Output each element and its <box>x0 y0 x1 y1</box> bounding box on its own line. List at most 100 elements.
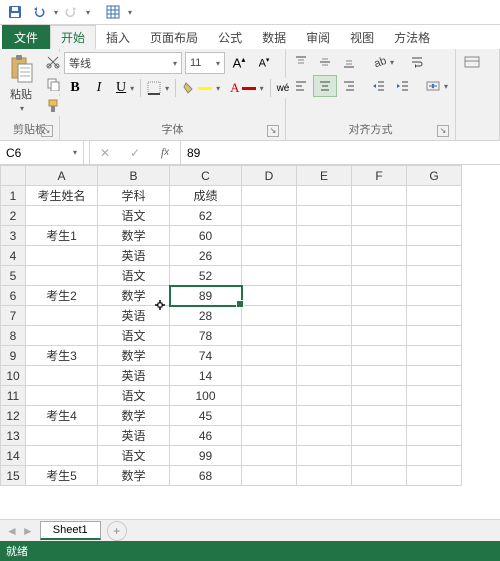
bold-button[interactable]: B <box>64 78 86 98</box>
cell[interactable]: 数学 <box>98 286 170 306</box>
align-bottom-icon[interactable] <box>338 52 360 72</box>
decrease-font-icon[interactable]: A▾ <box>253 53 275 73</box>
cell[interactable] <box>26 306 98 326</box>
undo-dropdown-icon[interactable]: ▾ <box>54 8 58 17</box>
cell[interactable] <box>352 426 407 446</box>
cell[interactable] <box>297 346 352 366</box>
cell[interactable]: 99 <box>170 446 242 466</box>
cell[interactable] <box>242 266 297 286</box>
cell[interactable]: 68 <box>170 466 242 486</box>
cell[interactable] <box>297 266 352 286</box>
row-header[interactable]: 14 <box>1 446 26 466</box>
row-header[interactable]: 1 <box>1 186 26 206</box>
font-launcher-icon[interactable]: ↘ <box>267 125 279 137</box>
column-header[interactable]: B <box>98 166 170 186</box>
cell[interactable]: 数学 <box>98 466 170 486</box>
cell[interactable] <box>242 426 297 446</box>
decrease-indent-icon[interactable] <box>368 76 390 96</box>
merge-center-button[interactable]: ▾ <box>422 76 452 96</box>
column-header[interactable]: F <box>352 166 407 186</box>
wrap-text-icon[interactable] <box>406 52 428 72</box>
cell[interactable] <box>297 386 352 406</box>
cell[interactable] <box>26 366 98 386</box>
cell[interactable] <box>242 466 297 486</box>
align-left-icon[interactable] <box>290 76 312 96</box>
cell[interactable] <box>352 226 407 246</box>
cell[interactable] <box>297 226 352 246</box>
cell[interactable] <box>407 346 462 366</box>
row-header[interactable]: 12 <box>1 406 26 426</box>
tab-home[interactable]: 开始 <box>50 25 96 49</box>
cell[interactable]: 数学 <box>98 346 170 366</box>
tab-data[interactable]: 数据 <box>252 25 296 49</box>
cell[interactable] <box>352 446 407 466</box>
cell[interactable] <box>352 206 407 226</box>
row-header[interactable]: 4 <box>1 246 26 266</box>
cell[interactable]: 100 <box>170 386 242 406</box>
cell[interactable] <box>352 346 407 366</box>
orientation-button[interactable]: ab▾ <box>368 52 398 72</box>
cell[interactable] <box>297 446 352 466</box>
cell[interactable]: 学科 <box>98 186 170 206</box>
cell[interactable] <box>297 306 352 326</box>
cell[interactable] <box>407 406 462 426</box>
cell[interactable] <box>297 206 352 226</box>
cell[interactable]: 考生2 <box>26 286 98 306</box>
cell[interactable] <box>352 266 407 286</box>
tab-extra[interactable]: 方法格 <box>384 25 440 49</box>
cell[interactable]: 62 <box>170 206 242 226</box>
increase-indent-icon[interactable] <box>392 76 414 96</box>
cell[interactable] <box>407 186 462 206</box>
cell[interactable] <box>26 426 98 446</box>
align-top-icon[interactable] <box>290 52 312 72</box>
border-button[interactable]: ▾ <box>143 78 173 98</box>
cell[interactable]: 语文 <box>98 266 170 286</box>
cell[interactable] <box>297 426 352 446</box>
cell[interactable] <box>407 326 462 346</box>
cell[interactable]: 英语 <box>98 246 170 266</box>
cell[interactable]: 考生姓名 <box>26 186 98 206</box>
cell[interactable]: 英语 <box>98 306 170 326</box>
cell[interactable] <box>242 186 297 206</box>
cell[interactable] <box>26 386 98 406</box>
cell[interactable] <box>242 366 297 386</box>
tab-formula[interactable]: 公式 <box>208 25 252 49</box>
cell[interactable] <box>352 386 407 406</box>
cell[interactable] <box>242 386 297 406</box>
cell[interactable]: 78 <box>170 326 242 346</box>
cell[interactable] <box>407 426 462 446</box>
row-header[interactable]: 5 <box>1 266 26 286</box>
qat-customize-icon[interactable]: ▾ <box>128 8 132 17</box>
column-header[interactable]: A <box>26 166 98 186</box>
cell[interactable] <box>352 406 407 426</box>
cell[interactable] <box>407 286 462 306</box>
row-header[interactable]: 7 <box>1 306 26 326</box>
cell[interactable] <box>407 266 462 286</box>
cell[interactable] <box>407 386 462 406</box>
cell[interactable]: 语文 <box>98 446 170 466</box>
cell[interactable] <box>26 326 98 346</box>
add-sheet-icon[interactable]: + <box>107 521 127 541</box>
cell[interactable]: 89 <box>170 286 242 306</box>
cell[interactable] <box>242 346 297 366</box>
tab-layout[interactable]: 页面布局 <box>140 25 208 49</box>
row-header[interactable]: 15 <box>1 466 26 486</box>
increase-font-icon[interactable]: A▴ <box>228 53 250 73</box>
fill-color-button[interactable]: ▾ <box>178 78 224 98</box>
row-header[interactable]: 9 <box>1 346 26 366</box>
cell[interactable] <box>352 366 407 386</box>
font-name-select[interactable]: 等线▾ <box>64 52 182 74</box>
italic-button[interactable]: I <box>88 78 110 98</box>
enter-formula-icon[interactable]: ✓ <box>120 141 150 164</box>
redo-icon[interactable] <box>60 2 82 22</box>
align-launcher-icon[interactable]: ↘ <box>437 125 449 137</box>
redo-dropdown-icon[interactable]: ▾ <box>86 8 90 17</box>
cell[interactable] <box>242 246 297 266</box>
cell[interactable] <box>297 466 352 486</box>
cell[interactable] <box>297 246 352 266</box>
cell[interactable] <box>26 246 98 266</box>
align-right-icon[interactable] <box>338 76 360 96</box>
tab-insert[interactable]: 插入 <box>96 25 140 49</box>
tab-review[interactable]: 审阅 <box>296 25 340 49</box>
cell[interactable]: 数学 <box>98 406 170 426</box>
